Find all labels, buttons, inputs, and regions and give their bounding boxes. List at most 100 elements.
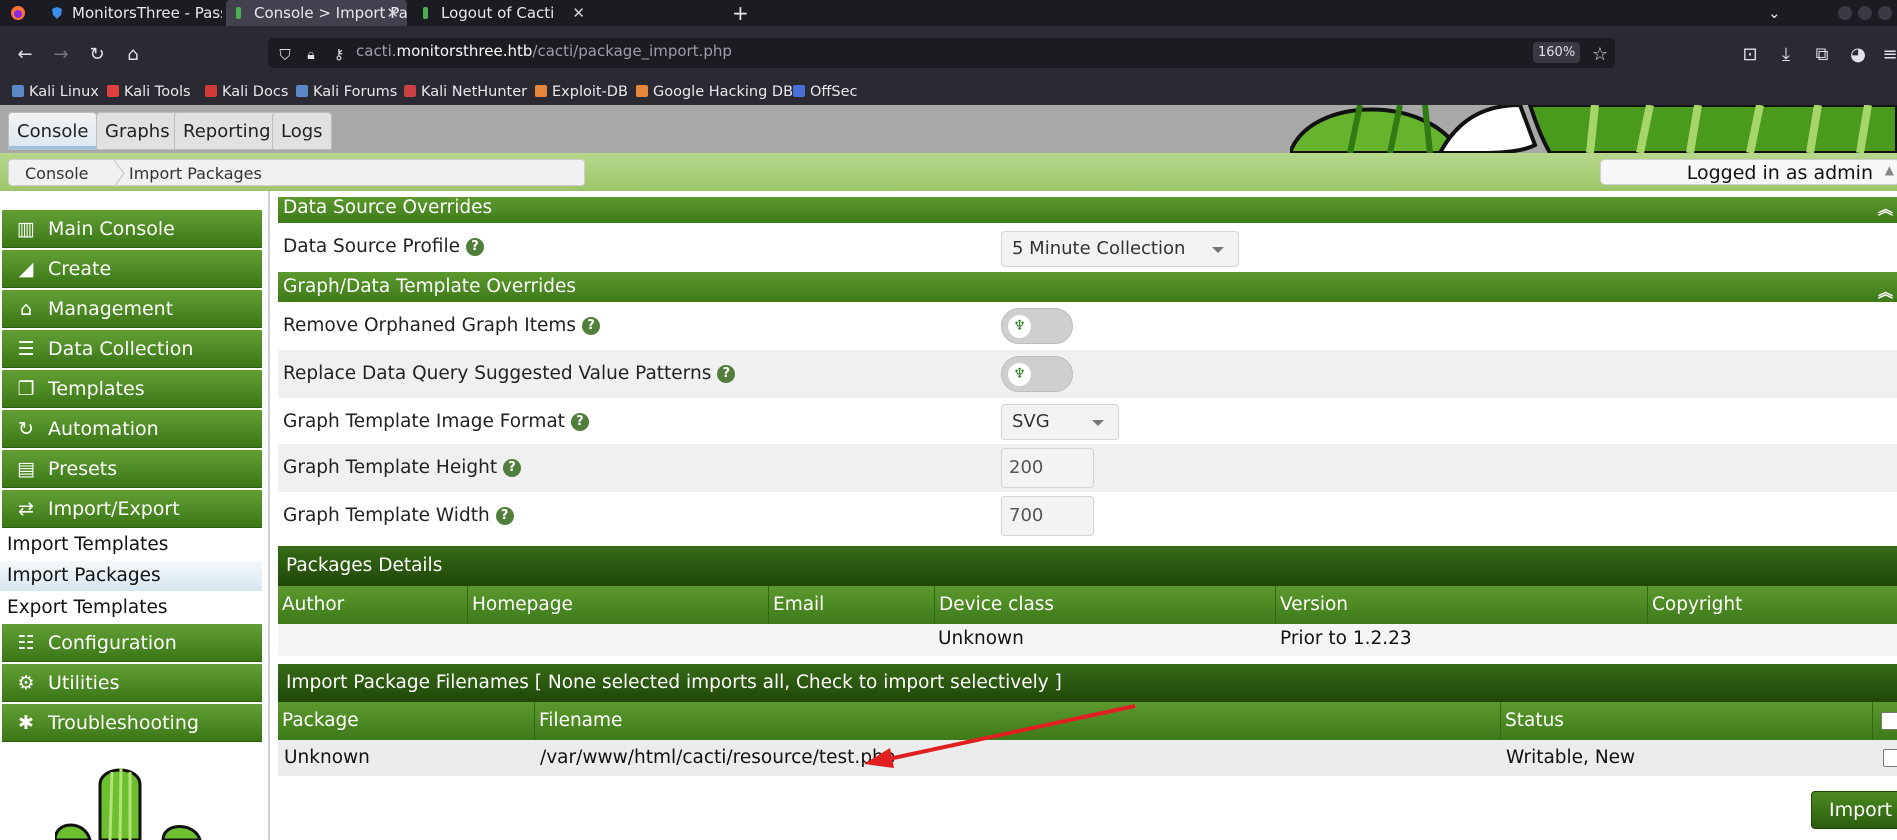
column-package[interactable]: Package — [278, 702, 359, 740]
submenu-export-templates[interactable]: Export Templates — [7, 593, 168, 623]
column-author[interactable]: Author — [278, 586, 344, 624]
url-text[interactable]: cacti.monitorsthree.htb/cacti/package_im… — [356, 42, 732, 60]
breadcrumb-separator-icon — [114, 160, 125, 187]
data-source-profile-select[interactable]: 5 Minute Collection — [1001, 231, 1239, 267]
bookmark-kali-docs[interactable]: Kali Docs — [205, 80, 288, 105]
menu-utilities[interactable]: ⚙ Utilities — [2, 664, 262, 702]
menu-label: Utilities — [48, 672, 120, 694]
tab-console[interactable]: Console — [8, 112, 98, 150]
column-filename[interactable]: Filename — [534, 702, 622, 740]
help-question-icon[interactable]: ? — [495, 507, 514, 525]
tracking-shield-icon[interactable]: ⛉ — [274, 44, 296, 66]
help-question-icon[interactable]: ? — [503, 459, 522, 477]
menu-presets[interactable]: ▤ Presets — [2, 450, 262, 488]
row-select-checkbox[interactable] — [1883, 749, 1897, 767]
menu-label: Data Collection — [48, 338, 194, 360]
field-label: Graph Template Width? — [283, 492, 514, 540]
bookmark-kali-linux[interactable]: Kali Linux — [12, 80, 99, 105]
column-device-class[interactable]: Device class — [934, 586, 1054, 624]
template-height-input[interactable]: 200 — [1001, 448, 1094, 488]
row-remove-orphans: Remove Orphaned Graph Items? ♆ — [278, 302, 1897, 350]
menu-import-export[interactable]: ⇄ Import/Export — [2, 490, 262, 528]
menu-automation[interactable]: ↻ Automation — [2, 410, 262, 448]
row-data-source-profile: Data Source Profile? 5 Minute Collection — [278, 223, 1897, 271]
collapse-chevrons-icon[interactable]: ︽ — [1878, 198, 1893, 220]
ghdb-icon — [636, 85, 648, 97]
tab-close-icon[interactable]: ✕ — [386, 4, 399, 22]
column-homepage[interactable]: Homepage — [467, 586, 573, 624]
login-status-text: Logged in as admin — [1686, 162, 1873, 184]
bookmark-label: Kali Linux — [29, 84, 99, 100]
tab-logout[interactable]: Logout of Cacti ✕ — [413, 0, 593, 26]
import-button[interactable]: Import — [1811, 791, 1897, 829]
replace-patterns-toggle[interactable]: ♆ — [1001, 356, 1073, 392]
graph-template-overrides-header[interactable]: Graph/Data Template Overrides ︽ — [278, 272, 1897, 302]
menu-create[interactable]: ◢ Create — [2, 250, 262, 288]
bookmark-label: Kali Forums — [313, 84, 398, 100]
bookmark-kali-tools[interactable]: Kali Tools — [107, 80, 191, 105]
tab-logs[interactable]: Logs — [272, 112, 332, 150]
menu-main-console[interactable]: ▥ Main Console — [2, 210, 262, 248]
cactus-toggle-knob-icon: ♆ — [1008, 315, 1031, 338]
column-copyright[interactable]: Copyright — [1647, 586, 1742, 624]
bookmark-kali-forums[interactable]: Kali Forums — [296, 80, 397, 105]
bookmark-kali-nethunter[interactable]: Kali NetHunter — [404, 80, 527, 105]
zoom-level-badge[interactable]: 160% — [1533, 42, 1581, 63]
map-icon: ▥ — [17, 218, 35, 240]
reload-icon[interactable]: ↻ — [86, 44, 108, 66]
forward-arrow-icon[interactable]: → — [50, 44, 72, 66]
image-format-select[interactable]: SVG — [1001, 404, 1119, 440]
menu-label: Templates — [48, 378, 145, 400]
select-all-checkbox[interactable] — [1881, 712, 1897, 730]
tab-monitorsthree[interactable]: MonitorsThree - Passwor — [44, 0, 222, 26]
home-icon[interactable]: ⌂ — [122, 44, 144, 66]
column-version[interactable]: Version — [1275, 586, 1348, 624]
submenu-import-templates[interactable]: Import Templates — [7, 530, 168, 560]
tab-list-chevron-icon[interactable]: ⌄ — [1768, 0, 1788, 26]
cell-device-class: Unknown — [938, 628, 1024, 649]
bookmark-label: OffSec — [810, 84, 858, 100]
bookmark-star-icon[interactable]: ☆ — [1589, 44, 1611, 66]
submenu-import-packages[interactable]: Import Packages — [0, 561, 262, 591]
tab-close-icon[interactable]: ✕ — [572, 4, 585, 22]
sliders-icon: ☷ — [17, 632, 35, 654]
extensions-icon[interactable]: ⧉ — [1811, 44, 1833, 66]
help-question-icon[interactable]: ? — [466, 238, 484, 256]
chevron-down-icon — [1092, 420, 1104, 426]
extension-badge-icon[interactable]: ◕ — [1847, 44, 1869, 66]
help-question-icon[interactable]: ? — [570, 413, 589, 431]
menu-troubleshooting[interactable]: ✱ Troubleshooting — [2, 704, 262, 742]
help-question-icon[interactable]: ? — [717, 365, 736, 383]
back-arrow-icon[interactable]: ← — [14, 44, 36, 66]
firefox-menu-icon[interactable] — [10, 0, 32, 26]
window-controls[interactable] — [1838, 0, 1894, 26]
column-email[interactable]: Email — [768, 586, 824, 624]
row-template-width: Graph Template Width? 700 — [278, 492, 1897, 540]
menu-templates[interactable]: ❐ Templates — [2, 370, 262, 408]
downloads-icon[interactable]: ⤓ — [1775, 44, 1797, 66]
tab-graphs[interactable]: Graphs — [96, 112, 179, 150]
tab-reporting[interactable]: Reporting — [174, 112, 280, 150]
remove-orphans-toggle[interactable]: ♆ — [1001, 308, 1073, 344]
tab-title: Logout of Cacti — [441, 4, 555, 22]
tab-import-packages[interactable]: Console > Import Packag ✕ — [226, 0, 407, 26]
menu-configuration[interactable]: ☷ Configuration — [2, 624, 262, 662]
breadcrumb-console[interactable]: Console — [25, 160, 89, 187]
pocket-icon[interactable]: ⊡ — [1739, 44, 1761, 66]
template-width-input[interactable]: 700 — [1001, 496, 1094, 536]
menu-management[interactable]: ⌂ Management — [2, 290, 262, 328]
copy-icon: ❐ — [17, 378, 35, 400]
permissions-key-icon[interactable]: ⚷ — [328, 44, 350, 66]
bookmark-google-hacking-db[interactable]: Google Hacking DB — [636, 80, 793, 105]
user-menu[interactable]: Logged in as admin ▲ — [1600, 159, 1897, 185]
bookmark-offsec[interactable]: OffSec — [793, 80, 858, 105]
bookmark-exploit-db[interactable]: Exploit-DB — [535, 80, 628, 105]
help-question-icon[interactable]: ? — [582, 317, 601, 335]
bookmark-label: Kali Tools — [124, 84, 191, 100]
lock-icon[interactable]: 🔒︎ — [300, 44, 322, 66]
menu-data-collection[interactable]: ☰ Data Collection — [2, 330, 262, 368]
column-status[interactable]: Status — [1500, 702, 1564, 740]
new-tab-button[interactable]: + — [732, 0, 752, 26]
data-source-overrides-header[interactable]: Data Source Overrides ︽ — [278, 197, 1897, 223]
menu-hamburger-icon[interactable]: ≡ — [1879, 44, 1897, 66]
